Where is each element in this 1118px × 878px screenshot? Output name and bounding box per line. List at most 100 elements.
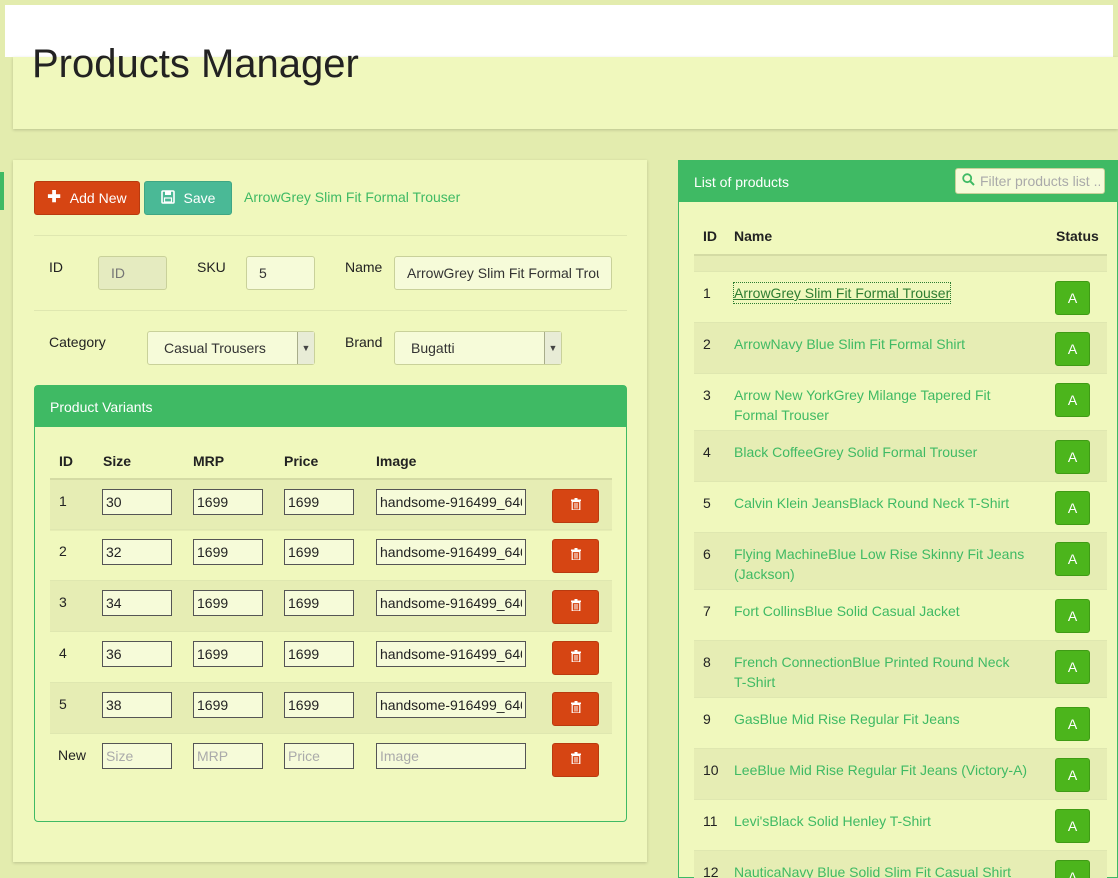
variant-size-input[interactable]	[102, 641, 172, 667]
id-label: ID	[49, 259, 63, 275]
product-name-link[interactable]: French ConnectionBlue Printed Round Neck…	[734, 652, 1024, 692]
product-name-link[interactable]: Arrow New YorkGrey Milange Tapered Fit F…	[734, 385, 1019, 425]
product-row[interactable]: 7 Fort CollinsBlue Solid Casual Jacket A	[694, 589, 1107, 641]
floppy-disk-icon	[160, 189, 175, 207]
variant-size-input[interactable]	[102, 590, 172, 616]
delete-variant-button[interactable]	[552, 743, 599, 777]
delete-variant-button[interactable]	[552, 489, 599, 523]
category-label: Category	[49, 334, 106, 350]
variant-price-input[interactable]	[284, 590, 354, 616]
status-button[interactable]: A	[1055, 650, 1090, 684]
delete-variant-button[interactable]	[552, 641, 599, 675]
variant-image-input[interactable]	[376, 590, 526, 616]
product-name-link[interactable]: Fort CollinsBlue Solid Casual Jacket	[734, 601, 1034, 621]
variant-mrp-input[interactable]	[193, 590, 263, 616]
variant-price-input[interactable]	[284, 641, 354, 667]
selected-product-name: ArrowGrey Slim Fit Formal Trouser	[244, 189, 461, 205]
save-button[interactable]: Save	[144, 181, 232, 215]
status-button[interactable]: A	[1055, 860, 1090, 878]
variant-row: 2	[50, 529, 612, 581]
col-size-header: Size	[103, 453, 132, 469]
divider	[34, 310, 627, 311]
variant-size-input[interactable]	[102, 489, 172, 515]
filter-box[interactable]	[955, 168, 1105, 194]
add-new-button[interactable]: ✚ Add New	[34, 181, 140, 215]
status-button[interactable]: A	[1055, 281, 1090, 315]
product-name-link[interactable]: Calvin Klein JeansBlack Round Neck T-Shi…	[734, 493, 1034, 513]
status-button[interactable]: A	[1055, 440, 1090, 474]
delete-variant-button[interactable]	[552, 539, 599, 573]
variant-size-input[interactable]	[102, 539, 172, 565]
product-id: 12	[703, 864, 719, 878]
variant-image-input[interactable]	[376, 489, 526, 515]
sku-field[interactable]	[246, 256, 315, 290]
product-row[interactable]: 12 NauticaNavy Blue Solid Slim Fit Casua…	[694, 850, 1107, 878]
col-name-header: Name	[734, 228, 773, 244]
product-row[interactable]: 4 Black CoffeeGrey Solid Formal Trouser …	[694, 430, 1107, 482]
variant-mrp-input[interactable]	[193, 489, 263, 515]
product-row[interactable]: 2 ArrowNavy Blue Slim Fit Formal Shirt A	[694, 322, 1107, 374]
product-row[interactable]: 10 LeeBlue Mid Rise Regular Fit Jeans (V…	[694, 748, 1107, 800]
col-mrp-header: MRP	[193, 453, 225, 469]
product-name-link[interactable]: Flying MachineBlue Low Rise Skinny Fit J…	[734, 544, 1034, 584]
status-button[interactable]: A	[1055, 707, 1090, 741]
new-price-input[interactable]	[284, 743, 354, 769]
product-name-link[interactable]: Black CoffeeGrey Solid Formal Trouser	[734, 442, 1034, 462]
new-image-input[interactable]	[376, 743, 526, 769]
trash-icon	[570, 547, 581, 565]
product-row[interactable]: 3 Arrow New YorkGrey Milange Tapered Fit…	[694, 373, 1107, 431]
product-name-link[interactable]: ArrowGrey Slim Fit Formal Trouser	[732, 282, 952, 304]
product-row[interactable]: 1 ArrowGrey Slim Fit Formal Trouser A	[694, 271, 1107, 323]
delete-variant-button[interactable]	[552, 590, 599, 624]
col-status-header: Status	[1056, 228, 1099, 244]
variant-price-input[interactable]	[284, 489, 354, 515]
search-icon	[962, 173, 975, 189]
variant-price-input[interactable]	[284, 692, 354, 718]
variant-size-input[interactable]	[102, 692, 172, 718]
product-name-link[interactable]: LeeBlue Mid Rise Regular Fit Jeans (Vict…	[734, 760, 1044, 780]
status-button[interactable]: A	[1055, 332, 1090, 366]
variant-mrp-input[interactable]	[193, 692, 263, 718]
product-name-link[interactable]: ArrowNavy Blue Slim Fit Formal Shirt	[734, 334, 1034, 354]
new-variant-label: New	[58, 747, 87, 763]
status-button[interactable]: A	[1055, 809, 1090, 843]
variant-id: 3	[59, 594, 67, 610]
trash-icon	[570, 649, 581, 667]
status-button[interactable]: A	[1055, 758, 1090, 792]
variant-price-input[interactable]	[284, 539, 354, 565]
chevron-down-icon: ▼	[544, 332, 561, 364]
product-id: 6	[703, 546, 711, 562]
status-button[interactable]: A	[1055, 491, 1090, 525]
variant-image-input[interactable]	[376, 641, 526, 667]
product-row[interactable]: 9 GasBlue Mid Rise Regular Fit Jeans A	[694, 697, 1107, 749]
variant-mrp-input[interactable]	[193, 539, 263, 565]
filter-products-input[interactable]	[980, 173, 1100, 189]
trash-icon	[570, 497, 581, 515]
product-name-link[interactable]: Levi'sBlack Solid Henley T-Shirt	[734, 811, 1034, 831]
product-row[interactable]: 8 French ConnectionBlue Printed Round Ne…	[694, 640, 1107, 698]
name-field[interactable]	[394, 256, 612, 290]
product-row[interactable]: 5 Calvin Klein JeansBlack Round Neck T-S…	[694, 481, 1107, 533]
collapsed-sidebar-tab[interactable]	[0, 172, 4, 210]
category-select[interactable]: Casual Trousers ▼	[147, 331, 315, 365]
new-size-input[interactable]	[102, 743, 172, 769]
variant-mrp-input[interactable]	[193, 641, 263, 667]
product-edit-panel: ✚ Add New Save ArrowGrey Slim Fit Formal…	[13, 160, 647, 862]
status-button[interactable]: A	[1055, 599, 1090, 633]
product-row[interactable]: 11 Levi'sBlack Solid Henley T-Shirt A	[694, 799, 1107, 851]
product-name-link[interactable]: NauticaNavy Blue Solid Slim Fit Casual S…	[734, 862, 1054, 878]
status-button[interactable]: A	[1055, 542, 1090, 576]
brand-select[interactable]: Bugatti ▼	[394, 331, 562, 365]
variant-image-input[interactable]	[376, 692, 526, 718]
product-name-link[interactable]: GasBlue Mid Rise Regular Fit Jeans	[734, 709, 1034, 729]
new-mrp-input[interactable]	[193, 743, 263, 769]
sku-label: SKU	[197, 259, 226, 275]
variant-id: 2	[59, 543, 67, 559]
id-field[interactable]	[98, 256, 167, 290]
product-id: 8	[703, 654, 711, 670]
status-button[interactable]: A	[1055, 383, 1090, 417]
variant-image-input[interactable]	[376, 539, 526, 565]
product-row[interactable]: 6 Flying MachineBlue Low Rise Skinny Fit…	[694, 532, 1107, 590]
variant-id: 1	[59, 493, 67, 509]
delete-variant-button[interactable]	[552, 692, 599, 726]
